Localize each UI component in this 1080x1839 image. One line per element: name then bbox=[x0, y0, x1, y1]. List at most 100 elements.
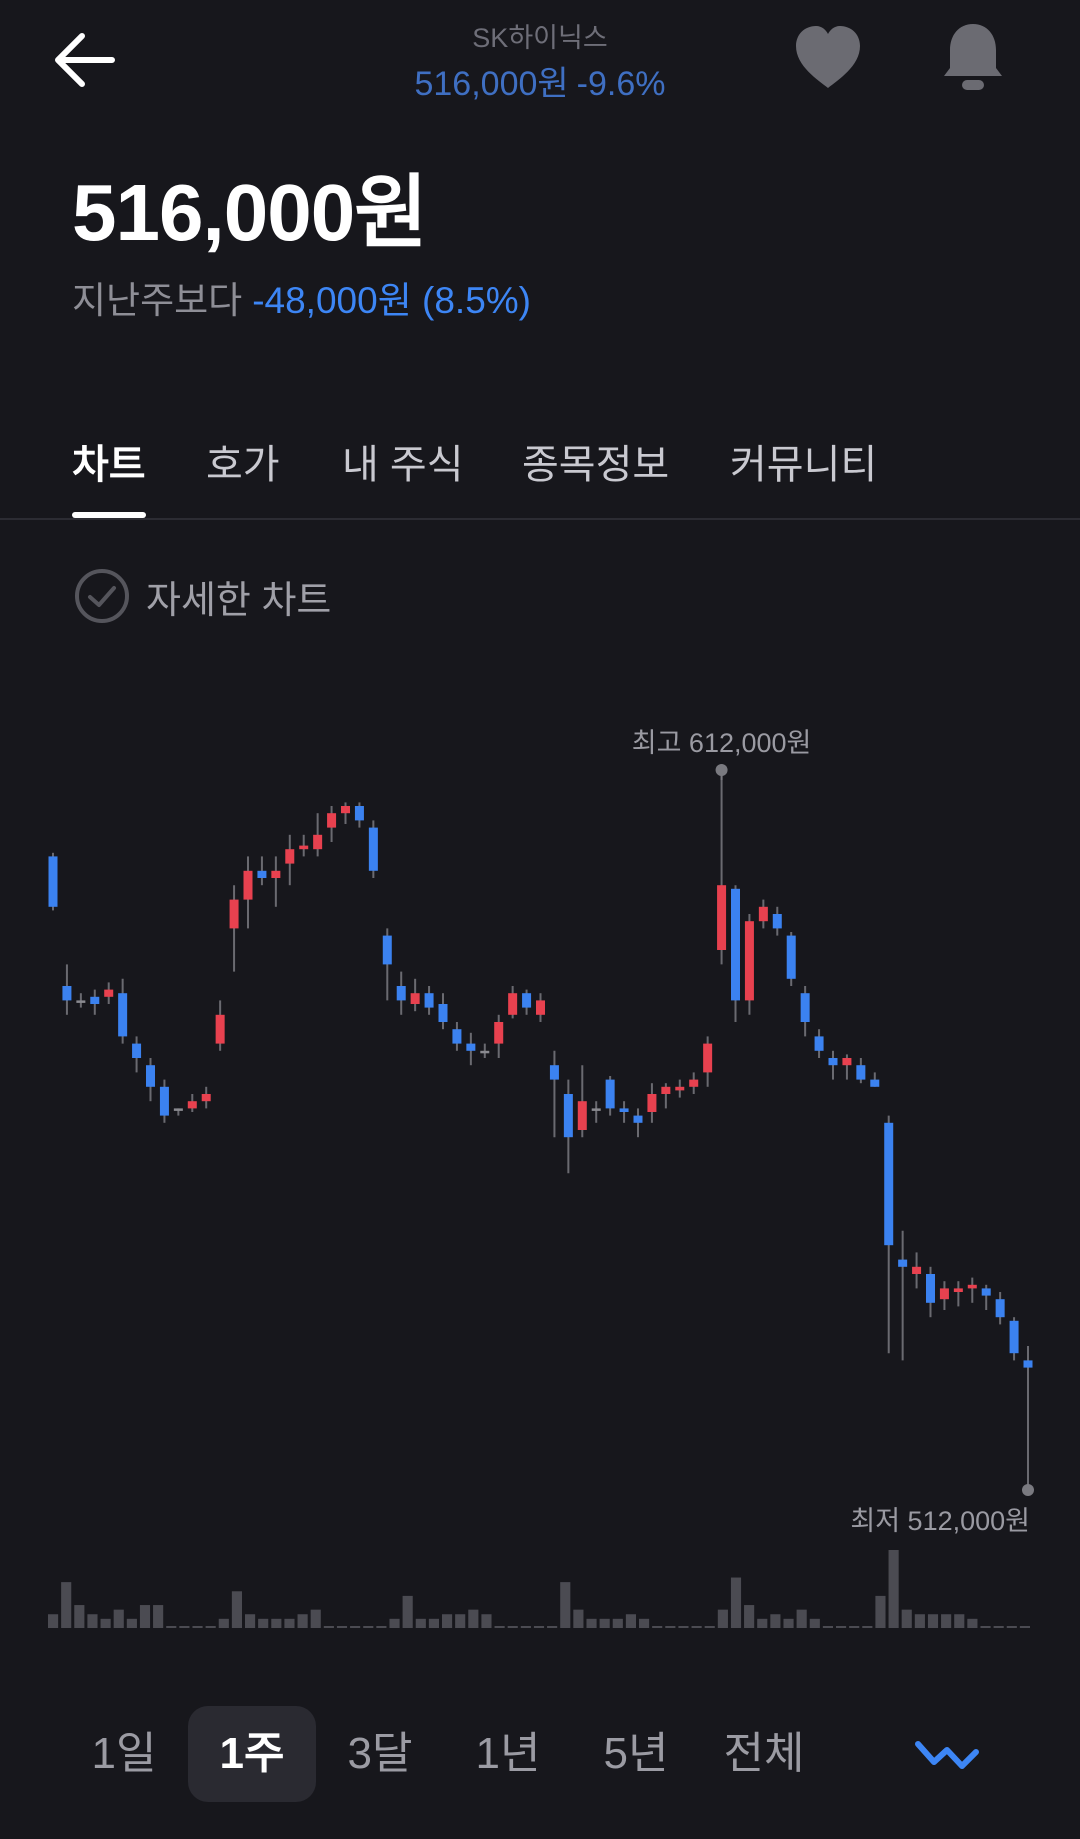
candle-body bbox=[187, 1101, 197, 1109]
candle bbox=[995, 1292, 1005, 1325]
volume-bar bbox=[218, 1618, 229, 1628]
volume-bar bbox=[494, 1626, 505, 1628]
candle-body bbox=[577, 1101, 587, 1130]
candle bbox=[424, 986, 434, 1015]
volume-bar bbox=[310, 1609, 321, 1628]
candle bbox=[661, 1083, 671, 1109]
candle-body bbox=[800, 993, 810, 1022]
tab-chart[interactable]: 차트 bbox=[72, 432, 146, 490]
volume-bar bbox=[836, 1626, 847, 1628]
candle-body bbox=[508, 993, 518, 1015]
candlestick-chart[interactable]: 최고 612,000원 최저 512,000원 bbox=[0, 640, 1080, 1640]
period-1week[interactable]: 1주 bbox=[188, 1706, 316, 1802]
candle bbox=[981, 1284, 991, 1310]
volume-bar bbox=[87, 1614, 98, 1628]
candle bbox=[368, 820, 378, 878]
detail-chart-toggle[interactable]: 자세한 차트 bbox=[74, 568, 331, 624]
candle-body bbox=[90, 996, 100, 1004]
candle bbox=[522, 989, 532, 1015]
volume-bar bbox=[573, 1609, 584, 1628]
high-marker bbox=[715, 764, 728, 776]
candle bbox=[536, 993, 545, 1022]
volume-bar bbox=[520, 1626, 531, 1628]
candle bbox=[647, 1083, 657, 1123]
period-3month[interactable]: 3달 bbox=[330, 1706, 430, 1802]
line-chart-icon bbox=[915, 1741, 979, 1769]
bell-icon bbox=[944, 24, 1002, 90]
candle bbox=[257, 856, 267, 886]
candle bbox=[173, 1108, 183, 1116]
chart-type-button[interactable] bbox=[914, 1732, 980, 1778]
candle-body bbox=[717, 885, 727, 950]
volume-bar bbox=[442, 1614, 453, 1628]
volume-bar bbox=[927, 1614, 939, 1628]
period-1year[interactable]: 1년 bbox=[458, 1706, 558, 1802]
candle-body bbox=[341, 806, 350, 814]
candle-body bbox=[48, 856, 58, 907]
candle-body bbox=[173, 1108, 183, 1111]
alert-button[interactable] bbox=[938, 20, 1008, 96]
candle bbox=[717, 770, 727, 965]
candle bbox=[313, 813, 323, 857]
candle bbox=[953, 1281, 963, 1307]
candle-body bbox=[563, 1094, 573, 1138]
candle bbox=[898, 1230, 908, 1361]
candle bbox=[229, 885, 239, 972]
tab-my-stock[interactable]: 내 주식 bbox=[342, 432, 464, 490]
candle bbox=[215, 1000, 225, 1051]
period-5year[interactable]: 5년 bbox=[586, 1706, 686, 1802]
candle-body bbox=[591, 1108, 601, 1111]
period-1day[interactable]: 1일 bbox=[74, 1706, 174, 1802]
volume-bar bbox=[796, 1609, 807, 1628]
volume-bar bbox=[507, 1626, 518, 1628]
candle bbox=[285, 834, 295, 886]
candle-body bbox=[1023, 1360, 1033, 1368]
volume-bar bbox=[376, 1626, 387, 1628]
tab-community[interactable]: 커뮤니티 bbox=[730, 432, 877, 490]
volume-bar bbox=[1006, 1626, 1017, 1628]
candle bbox=[591, 1101, 601, 1123]
candle bbox=[201, 1086, 211, 1109]
volume-bar bbox=[415, 1618, 426, 1628]
price-change: 지난주보다 -48,000원 (8.5%) bbox=[72, 270, 531, 324]
volume-bar bbox=[179, 1626, 190, 1628]
candle bbox=[758, 899, 768, 929]
candle bbox=[76, 993, 86, 1008]
volume-bar bbox=[717, 1609, 728, 1628]
period-selector: 1일 1주 3달 1년 5년 전체 bbox=[0, 1706, 1080, 1806]
candle-body bbox=[549, 1065, 559, 1080]
volume-bar bbox=[862, 1626, 873, 1628]
candle-body bbox=[884, 1122, 894, 1246]
candle bbox=[494, 1014, 504, 1058]
favorite-button[interactable] bbox=[790, 22, 866, 94]
candle bbox=[786, 932, 796, 986]
candle bbox=[1023, 1346, 1033, 1490]
volume-bar bbox=[639, 1618, 650, 1628]
header-price-summary: 516,000원 -9.6% bbox=[0, 56, 1080, 105]
candle-body bbox=[76, 1000, 86, 1003]
tab-stock-info[interactable]: 종목정보 bbox=[522, 432, 669, 490]
volume-bar bbox=[547, 1626, 558, 1628]
tab-orderbook[interactable]: 호가 bbox=[206, 432, 280, 490]
candle-body bbox=[536, 1000, 545, 1015]
volume-bar bbox=[363, 1626, 374, 1628]
volume-bar bbox=[704, 1626, 715, 1628]
period-all[interactable]: 전체 bbox=[714, 1706, 814, 1802]
candle-body bbox=[633, 1115, 643, 1123]
candle bbox=[800, 986, 810, 1037]
candle bbox=[549, 1050, 559, 1138]
active-tab-indicator bbox=[72, 512, 146, 518]
candle bbox=[396, 971, 406, 1015]
candle-body bbox=[466, 1043, 476, 1051]
candle-body bbox=[703, 1043, 713, 1073]
volume-bar bbox=[599, 1618, 610, 1628]
candle-body bbox=[494, 1022, 504, 1044]
candle-body bbox=[605, 1079, 615, 1109]
candle-body bbox=[118, 993, 128, 1037]
heart-icon bbox=[796, 26, 860, 88]
candle-body bbox=[856, 1065, 866, 1080]
volume-bar bbox=[284, 1618, 295, 1628]
volume-bar bbox=[100, 1618, 111, 1628]
volume-bar bbox=[455, 1614, 466, 1628]
volume-bar bbox=[205, 1626, 216, 1628]
